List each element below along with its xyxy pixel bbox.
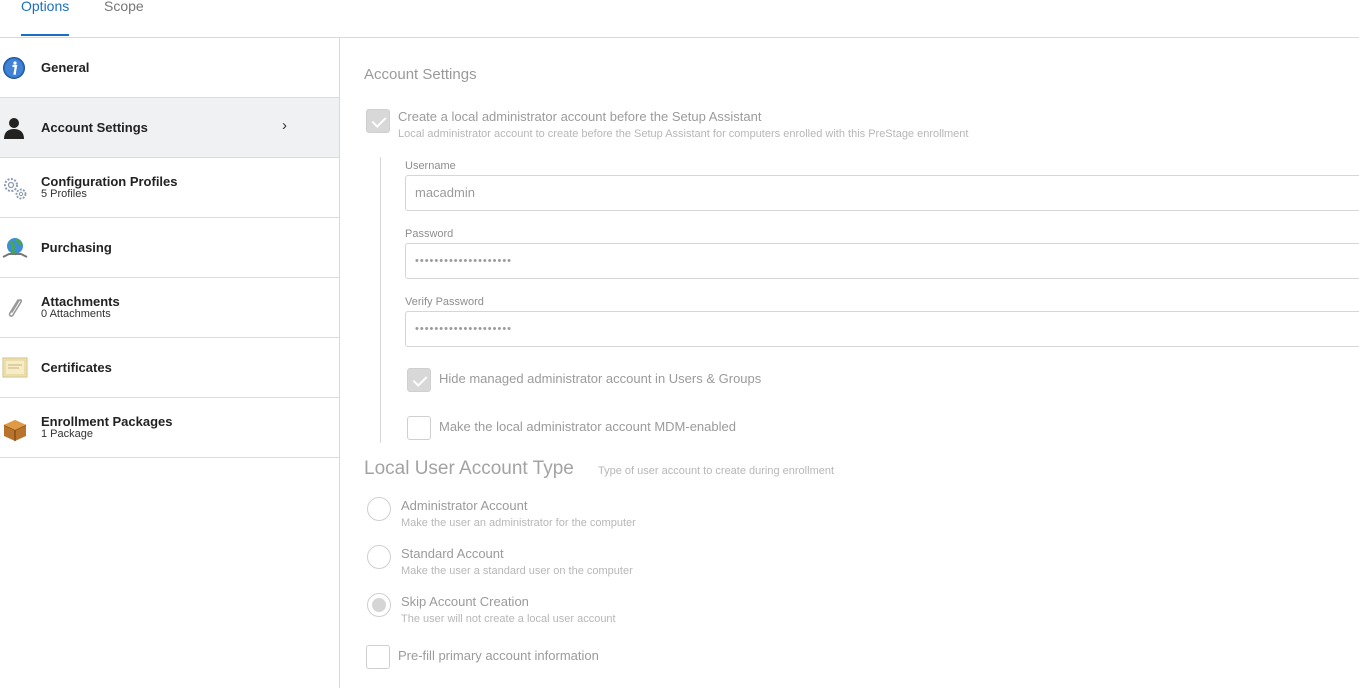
sidebar-item-label: Account Settings [41,120,148,135]
gears-icon [2,176,27,200]
username-field[interactable]: macadmin [405,175,1359,211]
password-label: Password [405,228,454,240]
prefill-checkbox[interactable] [366,645,390,669]
sidebar-item-count: 1 Package [41,428,93,440]
main-panel: Account Settings Create a local administ… [341,38,1359,688]
user-icon [2,116,26,140]
local-user-section-description: Type of user account to create during en… [598,465,835,477]
verify-password-label: Verify Password [405,296,484,308]
sidebar-item-label: Enrollment Packages [41,414,173,429]
tab-bar: Options Scope [0,0,1359,38]
create-admin-checkbox[interactable] [366,109,390,133]
certificate-icon [2,356,28,380]
sidebar-item-label: Attachments [41,294,120,309]
sidebar-item-purchasing[interactable]: Purchasing [0,218,339,278]
sidebar-item-certificates[interactable]: Certificates [0,338,339,398]
tab-options[interactable]: Options [21,0,70,36]
create-admin-label: Create a local administrator account bef… [398,109,762,124]
info-icon [2,56,26,80]
sidebar-item-label: Purchasing [41,240,112,255]
hide-admin-checkbox[interactable] [407,368,431,392]
sidebar-item-general[interactable]: General [0,38,339,98]
sidebar: General Account Settings › Configuration… [0,38,340,688]
skip-account-creation-description: The user will not create a local user ac… [401,613,616,625]
standard-account-radio[interactable] [367,545,391,569]
standard-account-label: Standard Account [401,546,504,561]
administrator-account-radio[interactable] [367,497,391,521]
mdm-enabled-label: Make the local administrator account MDM… [439,419,736,434]
create-admin-description: Local administrator account to create be… [398,128,969,140]
sidebar-item-configuration-profiles[interactable]: Configuration Profiles 5 Profiles [0,158,339,218]
standard-account-description: Make the user a standard user on the com… [401,565,633,577]
paperclip-icon [2,296,26,320]
sidebar-item-attachments[interactable]: Attachments 0 Attachments [0,278,339,338]
mdm-enabled-checkbox[interactable] [407,416,431,440]
verify-password-field[interactable]: •••••••••••••••••••• [405,311,1359,347]
prefill-label: Pre-fill primary account information [398,648,599,663]
administrator-account-label: Administrator Account [401,498,528,513]
chevron-right-icon: › [282,117,287,134]
sidebar-item-count: 5 Profiles [41,188,87,200]
sidebar-item-label: Certificates [41,360,112,375]
hide-admin-label: Hide managed administrator account in Us… [439,371,762,386]
sidebar-item-enrollment-packages[interactable]: Enrollment Packages 1 Package [0,398,339,458]
indent-divider [380,157,381,443]
package-icon [2,416,27,441]
sidebar-item-label: Configuration Profiles [41,174,178,189]
tab-scope[interactable]: Scope [104,0,144,36]
sidebar-item-account-settings[interactable]: Account Settings › [0,98,339,158]
skip-account-creation-label: Skip Account Creation [401,594,529,609]
local-user-section-title: Local User Account Type [364,458,574,479]
sidebar-item-count: 0 Attachments [41,308,111,320]
administrator-account-description: Make the user an administrator for the c… [401,517,636,529]
globe-icon [2,236,28,260]
page-title: Account Settings [364,66,477,83]
password-field[interactable]: •••••••••••••••••••• [405,243,1359,279]
username-label: Username [405,160,456,172]
sidebar-item-label: General [41,60,90,75]
skip-account-creation-radio[interactable] [367,593,391,617]
